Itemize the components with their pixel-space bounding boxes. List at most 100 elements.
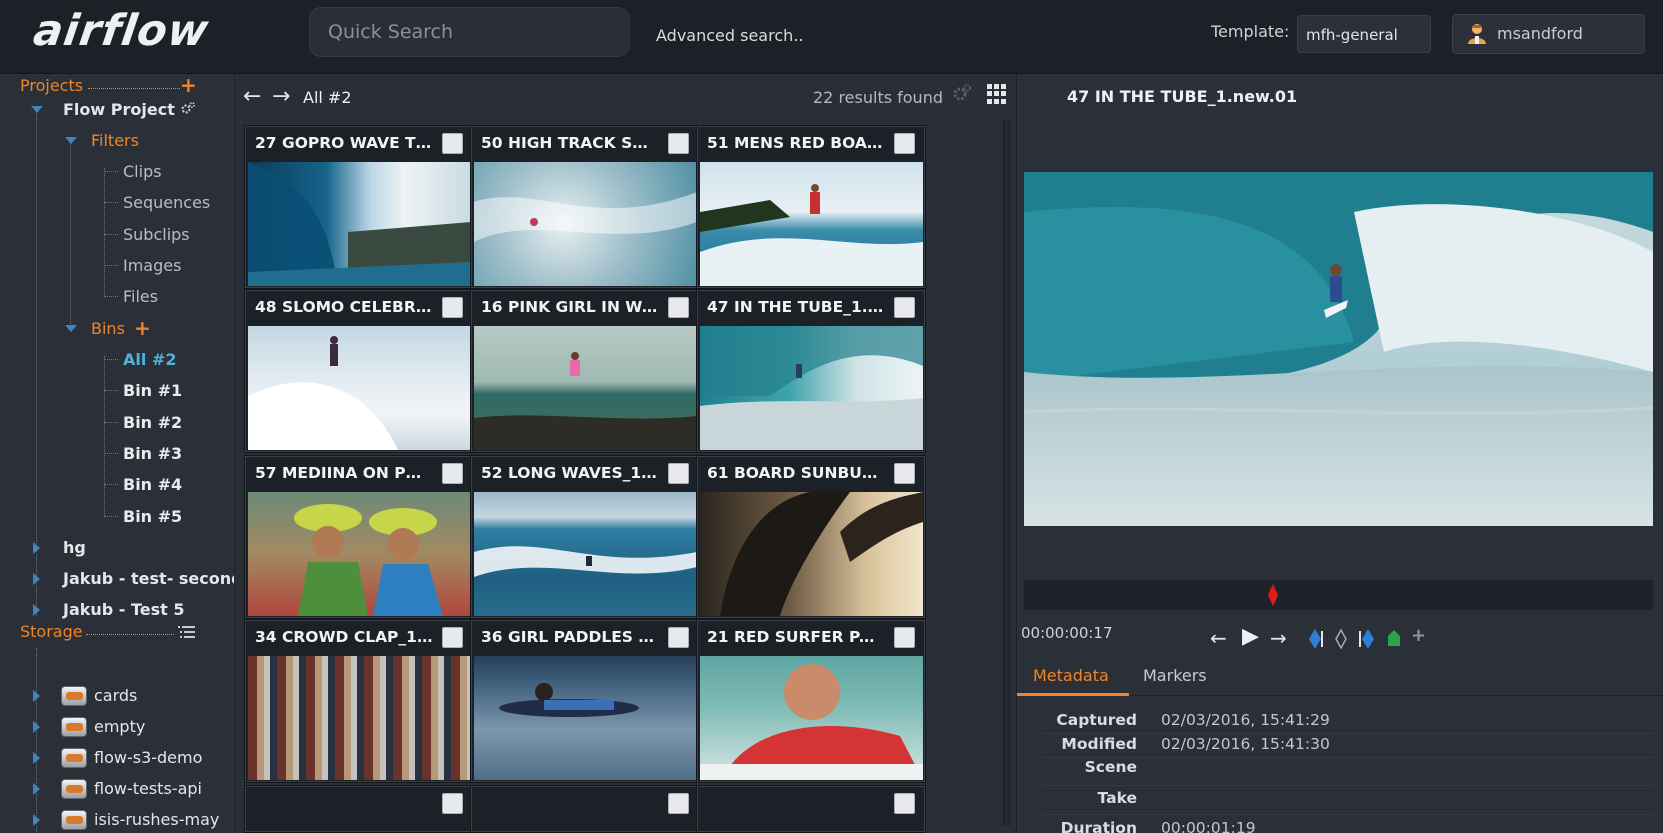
meta-divider (1043, 814, 1653, 815)
back-arrow-icon[interactable]: ← (243, 84, 261, 109)
collapse-project-toggle[interactable] (31, 106, 43, 113)
filter-images[interactable]: Images (123, 256, 181, 275)
clip-tile[interactable]: 21 RED SURFER PAD... (696, 619, 926, 783)
mark-out-icon[interactable] (1359, 629, 1375, 649)
clip-select-checkbox[interactable] (894, 463, 915, 484)
clip-tile[interactable]: 16 PINK GIRL IN WAT... (470, 289, 700, 453)
clip-select-checkbox[interactable] (894, 627, 915, 648)
expand-storage-toggle[interactable] (33, 814, 40, 826)
clip-tile[interactable]: 51 MENS RED BOAR... (696, 125, 926, 289)
filter-sequences[interactable]: Sequences (123, 193, 210, 212)
tree-line (70, 138, 71, 326)
add-marker-icon[interactable] (1387, 629, 1401, 647)
bin-1[interactable]: Bin #1 (123, 381, 182, 400)
storage-flow-s3-demo[interactable]: flow-s3-demo (94, 748, 202, 767)
clip-select-checkbox[interactable] (442, 297, 463, 318)
storage-isis-rushes-may[interactable]: isis-rushes-may (94, 810, 219, 829)
expand-storage-toggle[interactable] (33, 721, 40, 733)
filter-files[interactable]: Files (123, 287, 158, 306)
expand-storage-toggle[interactable] (33, 752, 40, 764)
grid-view-icon[interactable] (987, 84, 1007, 104)
app-logo[interactable]: airflow (30, 6, 212, 56)
clip-tile[interactable]: 57 MEDIINA ON POD... (244, 455, 474, 619)
clip-tile[interactable]: 48 SLOMO CELEBRA... (244, 289, 474, 453)
clip-select-checkbox[interactable] (668, 133, 689, 154)
browser-scrollbar[interactable] (1003, 120, 1011, 826)
storage-cards[interactable]: cards (94, 686, 137, 705)
clip-thumbnail (248, 492, 471, 616)
add-bin-button[interactable]: + (134, 316, 151, 340)
expand-project-toggle[interactable] (33, 604, 40, 616)
clip-select-checkbox[interactable] (894, 133, 915, 154)
clip-tile[interactable] (696, 785, 926, 833)
expand-project-toggle[interactable] (33, 542, 40, 554)
collapse-filters-toggle[interactable] (65, 137, 77, 144)
next-frame-icon[interactable]: → (1270, 626, 1287, 650)
user-menu-button[interactable]: msandford (1452, 14, 1645, 54)
add-project-button[interactable]: + (180, 74, 197, 97)
prev-frame-icon[interactable]: ← (1210, 626, 1227, 650)
clip-tile[interactable]: 34 CROWD CLAP_1(1... (244, 619, 474, 783)
bin-2[interactable]: Bin #2 (123, 413, 182, 432)
expand-project-toggle[interactable] (33, 573, 40, 585)
video-player[interactable] (1024, 172, 1653, 526)
clip-select-checkbox[interactable] (442, 463, 463, 484)
clip-tile[interactable]: 47 IN THE TUBE_1.ne... (696, 289, 926, 453)
clip-select-checkbox[interactable] (894, 297, 915, 318)
bin-4[interactable]: Bin #4 (123, 475, 182, 494)
tree-project-jakub-test-5[interactable]: Jakub - Test 5 (63, 600, 185, 619)
tree-project-jakub-test-second[interactable]: Jakub - test- second us (63, 569, 234, 588)
clip-thumbnail (248, 326, 471, 450)
clip-select-checkbox[interactable] (668, 793, 689, 814)
clip-title: 51 MENS RED BOAR... (707, 134, 885, 152)
add-icon[interactable]: + (1411, 625, 1426, 646)
clip-tile[interactable]: 52 LONG WAVES_1.n... (470, 455, 700, 619)
playhead-marker[interactable] (1268, 584, 1278, 606)
bin-3[interactable]: Bin #3 (123, 444, 182, 463)
template-select[interactable]: mfh-general (1297, 15, 1431, 53)
clip-tile[interactable]: 36 GIRL PADDLES SL... (470, 619, 700, 783)
storage-list-icon[interactable] (178, 625, 196, 641)
collapse-bins-toggle[interactable] (65, 325, 77, 332)
browser-settings-icon[interactable] (951, 82, 973, 104)
bin-all-2[interactable]: All #2 (123, 350, 176, 369)
storage-empty[interactable]: empty (94, 717, 145, 736)
breadcrumb: All #2 (303, 88, 352, 107)
tab-metadata[interactable]: Metadata (1033, 666, 1109, 685)
meta-divider (1043, 785, 1653, 786)
filter-clips[interactable]: Clips (123, 162, 162, 181)
clip-select-checkbox[interactable] (668, 297, 689, 318)
marker-outline-icon[interactable] (1335, 629, 1347, 649)
clip-select-checkbox[interactable] (668, 627, 689, 648)
clip-tile[interactable]: 27 GOPRO WAVE TU... (244, 125, 474, 289)
project-settings-icon[interactable] (180, 101, 196, 117)
expand-storage-toggle[interactable] (33, 783, 40, 795)
tab-markers[interactable]: Markers (1143, 666, 1207, 685)
storage-flow-tests-api[interactable]: flow-tests-api (94, 779, 202, 798)
tree-project-hg[interactable]: hg (63, 538, 86, 557)
clip-select-checkbox[interactable] (442, 133, 463, 154)
expand-storage-toggle[interactable] (33, 690, 40, 702)
results-count: 22 results found (813, 88, 943, 107)
clip-title: 48 SLOMO CELEBRA... (255, 298, 433, 316)
bin-5[interactable]: Bin #5 (123, 507, 182, 526)
clip-tile[interactable]: 50 HIGH TRACK SHO... (470, 125, 700, 289)
filter-subclips[interactable]: Subclips (123, 225, 190, 244)
clip-select-checkbox[interactable] (442, 793, 463, 814)
clip-select-checkbox[interactable] (894, 793, 915, 814)
tree-bins[interactable]: Bins (91, 319, 125, 338)
clip-tile[interactable] (470, 785, 700, 833)
forward-arrow-icon[interactable]: → (272, 84, 290, 109)
tree-project-flow[interactable]: Flow Project (63, 100, 196, 119)
mark-in-icon[interactable] (1309, 629, 1325, 649)
clip-select-checkbox[interactable] (442, 627, 463, 648)
timeline-scrubber[interactable] (1024, 580, 1653, 610)
quick-search-input[interactable] (309, 7, 630, 57)
clip-tile[interactable]: 61 BOARD SUNBURS... (696, 455, 926, 619)
clip-select-checkbox[interactable] (668, 463, 689, 484)
tree-filters[interactable]: Filters (91, 131, 139, 150)
tree-line (104, 453, 118, 454)
clip-tile[interactable] (244, 785, 474, 833)
play-icon[interactable]: ▶ (1242, 624, 1259, 649)
advanced-search-link[interactable]: Advanced search.. (656, 26, 803, 45)
